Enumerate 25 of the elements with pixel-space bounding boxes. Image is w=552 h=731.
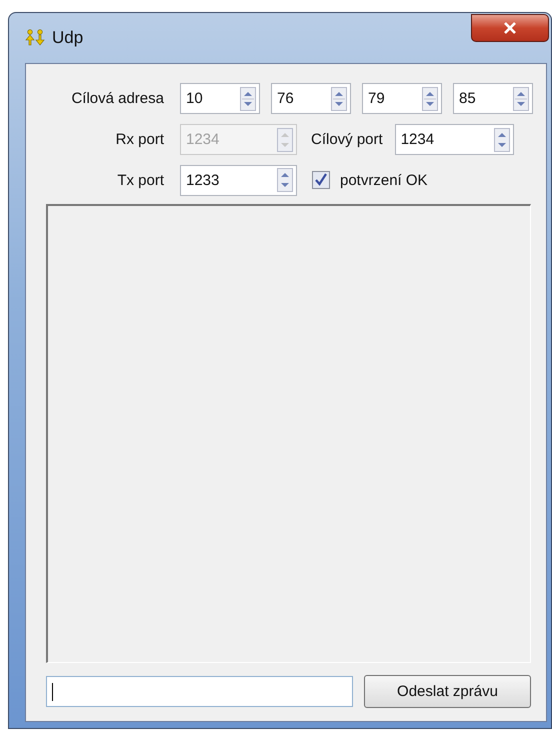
message-input[interactable] (46, 676, 353, 707)
spin-arrows-icon (240, 86, 256, 110)
spin-arrows-icon (277, 128, 293, 152)
octet-spinner[interactable]: 76 (271, 83, 351, 114)
close-icon (503, 22, 517, 34)
rx-port-label: Rx port (114, 131, 164, 148)
octet-spinner[interactable]: 85 (453, 83, 533, 114)
tx-port-label: Tx port (116, 172, 164, 188)
checkbox[interactable] (312, 171, 330, 189)
address-label: Cílová adresa (70, 90, 164, 107)
spin-arrows-icon (494, 128, 510, 152)
close-button[interactable] (471, 14, 549, 42)
checkbox-label: potvrzení OK (340, 172, 428, 188)
octet-spinner[interactable]: 79 (362, 83, 442, 114)
target-port-label: Cílový port (311, 131, 383, 148)
spin-arrows-icon (422, 86, 438, 110)
spin-arrows-icon (331, 86, 347, 110)
spin-arrows-icon (277, 168, 293, 192)
octet-spinner[interactable]: 10 (180, 83, 260, 114)
tx-port-spinner[interactable]: 1233 (180, 164, 297, 196)
spin-arrows-icon (513, 86, 529, 110)
target-port-spinner[interactable]: 1234 (394, 124, 514, 155)
window-title: Udp (52, 28, 84, 48)
send-button[interactable]: Odeslat zprávu (364, 675, 531, 708)
app-icon (24, 29, 46, 47)
